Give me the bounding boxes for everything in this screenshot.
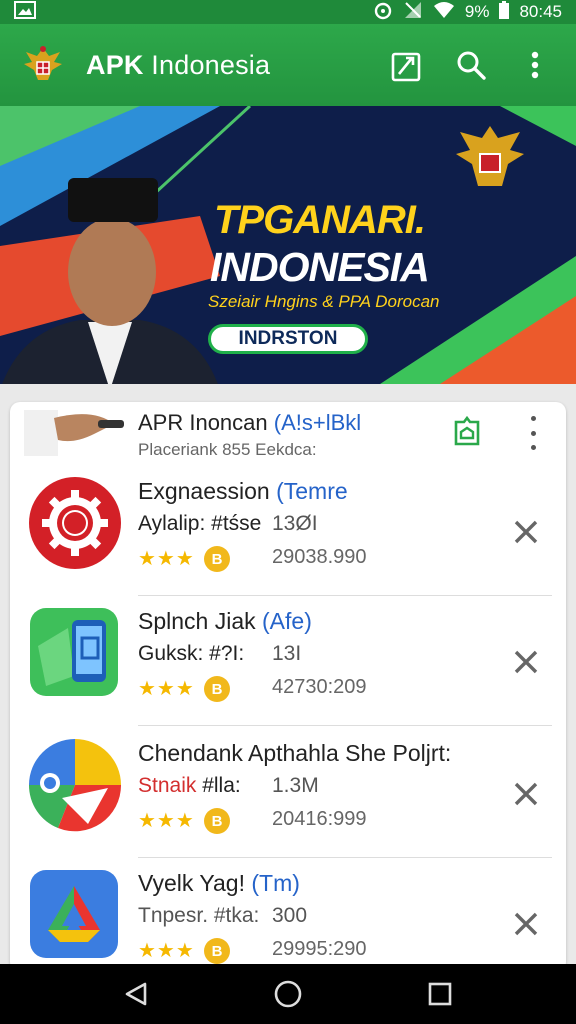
gear-icon	[29, 477, 121, 569]
featured-app-subtitle: Placeriank 855 Eekdca:	[138, 440, 317, 459]
banner-button[interactable]: INDRSTON	[208, 324, 368, 354]
recents-icon[interactable]	[415, 969, 465, 1019]
status-bar: 9% 80:45	[0, 0, 576, 24]
divider	[138, 725, 552, 726]
close-icon[interactable]	[506, 904, 546, 944]
alarm-icon	[373, 0, 393, 25]
wifi-icon	[433, 1, 455, 24]
app-list-card: APR Inoncan (A!s+lBkl Placeriank 855 Eek…	[10, 402, 566, 972]
phone-icon	[30, 608, 118, 696]
list-item[interactable]: Chendank Apthahla She Poljrt: Stnaik #ll…	[10, 728, 566, 858]
featured-app-row[interactable]: APR Inoncan (A!s+lBkl Placeriank 855 Eek…	[10, 402, 566, 464]
app-size: 13I	[272, 642, 302, 665]
app-downloads: 20416:999	[272, 808, 367, 830]
overflow-menu-icon[interactable]	[512, 42, 558, 88]
app-developer: Tnpesr. #tka:	[138, 904, 260, 927]
garuda-emblem-icon	[456, 126, 524, 186]
garuda-logo-icon	[18, 40, 68, 90]
coin-icon: B	[204, 808, 230, 834]
banner-subline: Szeiair Hngins & PPA Dorocan	[208, 292, 440, 311]
person-photo	[2, 178, 218, 384]
gallery-icon	[14, 0, 36, 24]
app-name: Vyelk Yag! (Tm)	[138, 870, 300, 896]
app-name: Splnch Jiak (Afe)	[138, 608, 312, 634]
app-downloads: 29038.990	[272, 546, 367, 568]
close-icon[interactable]	[506, 774, 546, 814]
app-name: Exgnaession (Temre	[138, 478, 348, 504]
app-developer: Aylalip: #tśse	[138, 512, 262, 535]
coin-icon: B	[204, 676, 230, 702]
drive-icon	[30, 870, 118, 958]
rating-stars: ★★★	[138, 678, 195, 700]
featured-more-icon[interactable]	[520, 416, 546, 450]
rating-stars: ★★★	[138, 940, 195, 962]
rating-stars: ★★★	[138, 810, 195, 832]
list-item[interactable]: Vyelk Yag! (Tm) Tnpesr. #tka: 300 ★★★ B …	[10, 858, 566, 972]
coin-icon: B	[204, 938, 230, 964]
hand-icon	[24, 410, 124, 456]
app-downloads: 42730:209	[272, 676, 367, 698]
android-tag-icon[interactable]	[450, 414, 486, 450]
battery-percent: 9%	[464, 2, 490, 21]
rating-stars: ★★★	[138, 548, 195, 570]
banner-headline-1: TPGANARI.	[214, 198, 426, 242]
app-developer: Stnaik #lla:	[138, 774, 241, 797]
back-icon[interactable]	[111, 969, 161, 1019]
list-item[interactable]: Exgnaession (Temre Aylalip: #tśse 13ØI ★…	[10, 466, 566, 596]
app-size: 300	[272, 904, 308, 927]
chrome-icon	[28, 739, 122, 832]
app-title: APK Indonesia	[86, 49, 271, 80]
app-bar: APK Indonesia	[0, 24, 576, 106]
system-nav-bar	[0, 964, 576, 1024]
close-icon[interactable]	[506, 642, 546, 682]
clock: 80:45	[519, 2, 562, 21]
close-icon[interactable]	[506, 512, 546, 552]
search-icon[interactable]	[448, 42, 494, 88]
signal-icon	[403, 0, 423, 25]
app-name: Chendank Apthahla She Poljrt:	[138, 740, 452, 766]
battery-icon	[499, 0, 510, 24]
app-downloads: 29995:290	[272, 938, 367, 960]
list-item[interactable]: Splnch Jiak (Afe) Guksk: #?I: 13I ★★★ B …	[10, 596, 566, 726]
featured-app-title: APR Inoncan (A!s+lBkl	[138, 410, 362, 435]
banner-headline-2: INDONESIA	[210, 244, 430, 290]
home-icon[interactable]	[263, 969, 313, 1019]
coin-icon: B	[204, 546, 230, 572]
promo-banner[interactable]: TPGANARI. INDONESIA Szeiair Hngins & PPA…	[0, 106, 576, 384]
app-size: 13ØI	[272, 512, 318, 535]
app-developer: Guksk: #?I:	[138, 642, 245, 665]
app-size: 1.3M	[272, 774, 319, 797]
share-icon[interactable]	[384, 42, 430, 88]
